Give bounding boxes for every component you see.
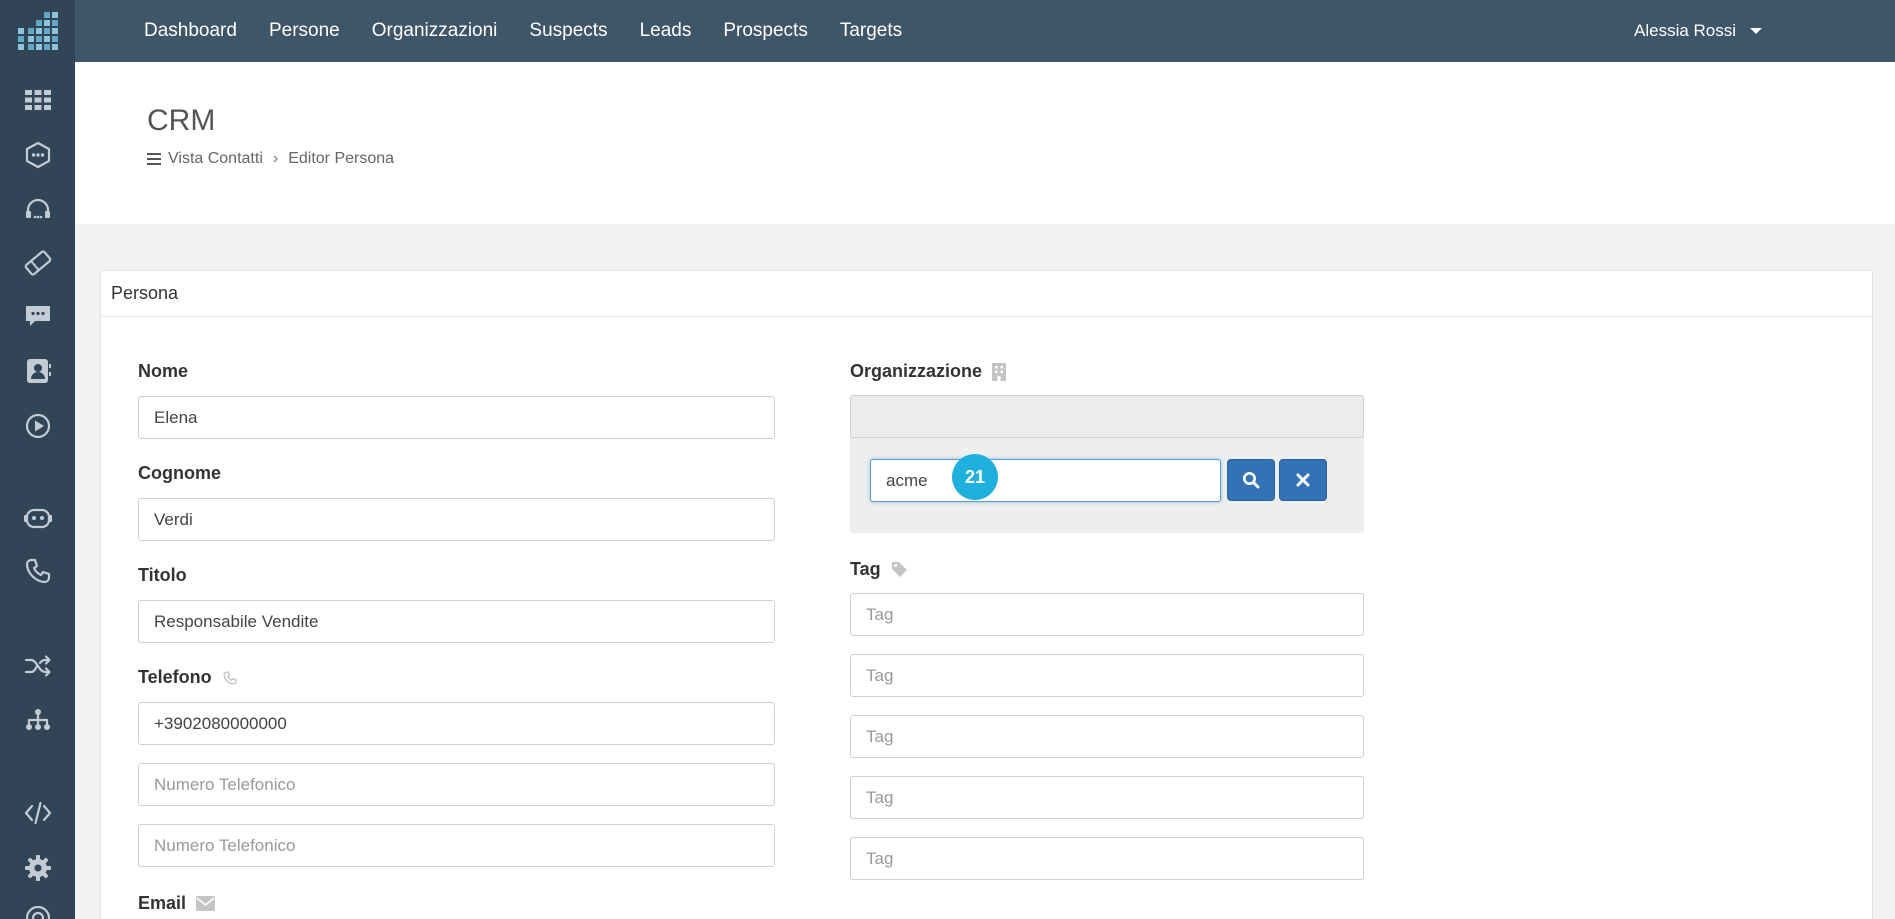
chevron-down-icon bbox=[1750, 28, 1763, 34]
persona-panel: Persona Nome Cognome Titolo Telefono Ema… bbox=[100, 270, 1873, 919]
nav-targets[interactable]: Targets bbox=[840, 20, 902, 42]
nav-leads[interactable]: Leads bbox=[640, 20, 692, 42]
cognome-label-text: Cognome bbox=[138, 463, 221, 483]
telefono-input-2[interactable] bbox=[138, 763, 775, 806]
page-header: CRM Vista Contatti › Editor Persona bbox=[75, 62, 1895, 224]
telefono-label-text: Telefono bbox=[138, 667, 212, 687]
tag-input-1[interactable] bbox=[850, 593, 1364, 636]
breadcrumb: Vista Contatti › Editor Persona bbox=[147, 150, 394, 168]
telefono-input-1[interactable] bbox=[138, 702, 775, 745]
apps-grid-icon[interactable] bbox=[20, 82, 56, 118]
close-icon bbox=[1296, 473, 1310, 487]
page-title: CRM bbox=[147, 104, 216, 137]
breadcrumb-editor-persona: Editor Persona bbox=[288, 150, 395, 167]
menu-icon bbox=[147, 153, 161, 165]
organizzazione-label: Organizzazione bbox=[850, 361, 1007, 382]
nome-input[interactable] bbox=[138, 396, 775, 439]
chevron-right-icon: › bbox=[272, 150, 279, 167]
org-tree-icon[interactable] bbox=[20, 702, 56, 738]
phone-icon bbox=[223, 670, 237, 685]
nav-organizzazioni[interactable]: Organizzazioni bbox=[372, 20, 498, 42]
tag-label: Tag bbox=[850, 559, 908, 580]
phone-icon[interactable] bbox=[20, 553, 56, 589]
organizzazione-search-input[interactable] bbox=[870, 459, 1221, 502]
play-circle-icon[interactable] bbox=[20, 408, 56, 444]
user-name: Alessia Rossi bbox=[1634, 21, 1737, 40]
nav-prospects[interactable]: Prospects bbox=[723, 20, 807, 42]
tag-input-4[interactable] bbox=[850, 776, 1364, 819]
tag-input-3[interactable] bbox=[850, 715, 1364, 758]
tag-icon bbox=[891, 562, 907, 577]
building-icon bbox=[992, 362, 1007, 381]
nav-persone[interactable]: Persone bbox=[269, 20, 340, 42]
gear-icon[interactable] bbox=[20, 850, 56, 886]
envelope-icon bbox=[196, 896, 216, 911]
clear-button[interactable] bbox=[1279, 459, 1327, 501]
hexagon-dots-icon[interactable] bbox=[20, 137, 56, 173]
nome-label-text: Nome bbox=[138, 361, 189, 381]
tag-label-text: Tag bbox=[850, 559, 881, 579]
titolo-input[interactable] bbox=[138, 600, 775, 643]
titolo-label-text: Titolo bbox=[138, 565, 187, 585]
app-logo[interactable] bbox=[16, 10, 60, 54]
shuffle-icon[interactable] bbox=[20, 648, 56, 684]
telefono-label: Telefono bbox=[138, 667, 238, 688]
search-icon bbox=[1243, 472, 1260, 489]
contact-card-icon[interactable] bbox=[20, 353, 56, 389]
nome-label: Nome bbox=[138, 361, 188, 382]
panel-title: Persona bbox=[111, 283, 179, 303]
search-button[interactable] bbox=[1227, 459, 1275, 501]
headset-icon[interactable] bbox=[20, 192, 56, 228]
tag-input-5[interactable] bbox=[850, 837, 1364, 880]
nav-suspects[interactable]: Suspects bbox=[529, 20, 607, 42]
tag-input-2[interactable] bbox=[850, 654, 1364, 697]
panel-divider bbox=[101, 316, 1872, 317]
left-sidebar bbox=[0, 0, 75, 919]
nav-dashboard[interactable]: Dashboard bbox=[144, 20, 237, 42]
organizzazione-display-field[interactable] bbox=[850, 395, 1364, 438]
user-menu[interactable]: Alessia Rossi bbox=[1634, 0, 1763, 62]
top-navbar: Dashboard Persone Organizzazioni Suspect… bbox=[0, 0, 1895, 62]
organizzazione-label-text: Organizzazione bbox=[850, 361, 983, 381]
code-icon[interactable] bbox=[20, 795, 56, 831]
lifebuoy-icon[interactable] bbox=[20, 900, 56, 919]
cognome-label: Cognome bbox=[138, 463, 221, 484]
telefono-input-3[interactable] bbox=[138, 824, 775, 867]
cognome-input[interactable] bbox=[138, 498, 775, 541]
robot-icon[interactable] bbox=[20, 500, 56, 536]
main-nav: Dashboard Persone Organizzazioni Suspect… bbox=[144, 0, 934, 62]
breadcrumb-vista-contatti[interactable]: Vista Contatti bbox=[168, 150, 263, 168]
chat-icon[interactable] bbox=[20, 298, 56, 334]
email-label-text: Email bbox=[138, 893, 187, 913]
titolo-label: Titolo bbox=[138, 565, 187, 586]
email-label: Email bbox=[138, 893, 216, 914]
ticket-icon[interactable] bbox=[20, 245, 56, 281]
step-badge: 21 bbox=[952, 454, 998, 500]
